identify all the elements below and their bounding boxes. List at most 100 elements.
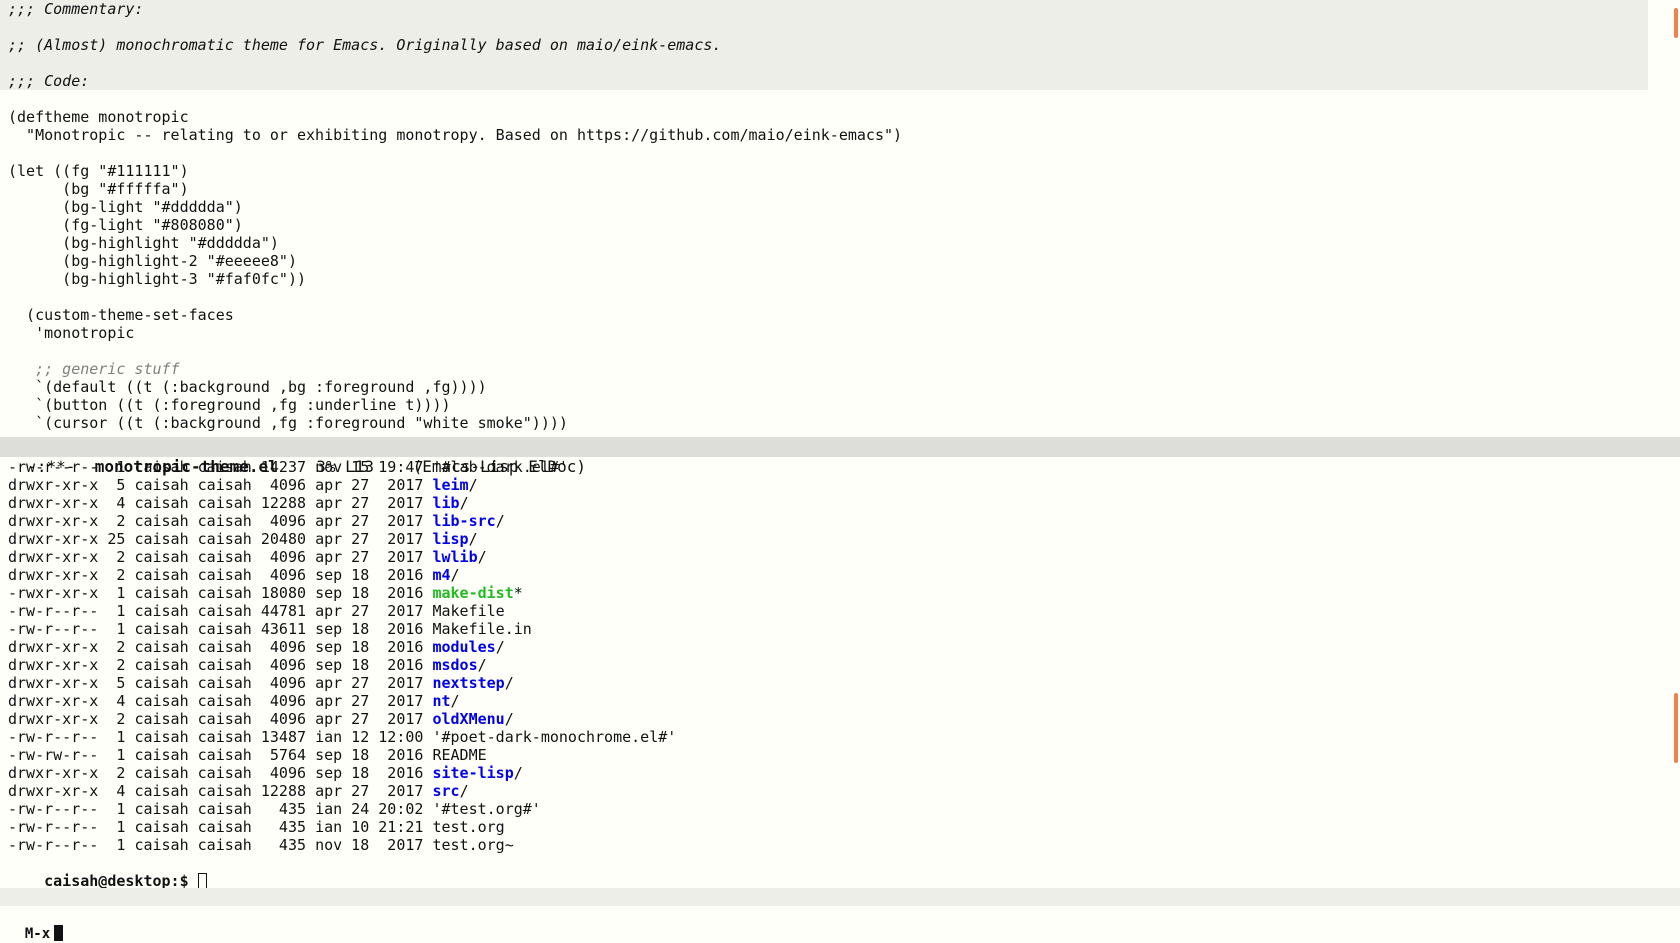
file-date: sep 18 2016 xyxy=(315,638,424,656)
shell-scroll-indicator[interactable] xyxy=(1674,693,1678,763)
file-user: caisah xyxy=(134,836,189,854)
mode-line[interactable]: -:**- monotropic-theme.el 3% L13 (Emacs-… xyxy=(0,437,1680,476)
file-permissions: drwxr-xr-x xyxy=(8,566,99,584)
file-name[interactable]: '#poet-dark-monochrome.el#' xyxy=(432,728,676,746)
code-line: (bg-light "#ddddda") xyxy=(8,198,243,216)
listing-row: -rw-r--r-- 1 caisah caisah 435 ian 24 20… xyxy=(0,800,1680,818)
minibuffer-cursor xyxy=(54,925,64,941)
file-group: caisah xyxy=(197,548,252,566)
file-date: apr 27 2017 xyxy=(315,494,424,512)
file-size: 44781 xyxy=(260,602,307,620)
file-group: caisah xyxy=(197,584,252,602)
file-size: 4096 xyxy=(260,764,307,782)
file-group: caisah xyxy=(197,494,252,512)
shell-window[interactable]: -rw-r--r-- 1 caisah caisah 14237 nov 15 … xyxy=(0,458,1680,888)
file-user: caisah xyxy=(134,746,189,764)
listing-row: drwxr-xr-x 5 caisah caisah 4096 apr 27 2… xyxy=(0,674,1680,692)
file-user: caisah xyxy=(134,674,189,692)
file-permissions: -rw-r--r-- xyxy=(8,800,99,818)
file-date: ian 10 21:21 xyxy=(315,818,424,836)
code-line: "Monotropic -- relating to or exhibiting… xyxy=(8,126,903,144)
editor-scroll-indicator[interactable] xyxy=(1674,8,1678,38)
file-size: 13487 xyxy=(260,728,307,746)
file-links: 2 xyxy=(107,566,126,584)
file-size: 43611 xyxy=(260,620,307,638)
file-links: 4 xyxy=(107,692,126,710)
file-name[interactable]: lib-src xyxy=(432,512,495,530)
listing-row: -rw-r--r-- 1 caisah caisah 435 nov 18 20… xyxy=(0,836,1680,854)
file-name[interactable]: modules xyxy=(432,638,495,656)
file-name[interactable]: Makefile xyxy=(432,602,504,620)
listing-row: drwxr-xr-x 2 caisah caisah 4096 sep 18 2… xyxy=(0,656,1680,674)
shell-prompt-line[interactable]: caisah@desktop:$ xyxy=(0,854,1680,888)
file-links: 1 xyxy=(107,818,126,836)
file-name[interactable]: nextstep xyxy=(432,674,504,692)
file-permissions: drwxr-xr-x xyxy=(8,782,99,800)
file-links: 1 xyxy=(107,458,126,476)
file-size: 4096 xyxy=(260,710,307,728)
file-suffix: / xyxy=(495,512,505,530)
file-size: 435 xyxy=(260,836,307,854)
listing-row: drwxr-xr-x 4 caisah caisah 4096 apr 27 2… xyxy=(0,692,1680,710)
file-date: apr 27 2017 xyxy=(315,548,424,566)
file-name[interactable]: Makefile.in xyxy=(432,620,531,638)
file-suffix: / xyxy=(504,674,514,692)
file-size: 435 xyxy=(260,800,307,818)
listing-row: -rw-r--r-- 1 caisah caisah 13487 ian 12 … xyxy=(0,728,1680,746)
file-name[interactable]: lisp xyxy=(432,530,468,548)
file-user: caisah xyxy=(134,584,189,602)
editor-window[interactable]: ;;; Commentary: ;; (Almost) monochromatic… xyxy=(0,0,1680,437)
shell-mode-line xyxy=(0,888,1680,906)
file-name[interactable]: msdos xyxy=(432,656,477,674)
file-permissions: -rwxr-xr-x xyxy=(8,584,99,602)
file-date: apr 27 2017 xyxy=(315,476,424,494)
file-size: 4096 xyxy=(260,566,307,584)
file-name[interactable]: m4 xyxy=(432,566,450,584)
file-name[interactable]: src xyxy=(432,782,459,800)
file-suffix: / xyxy=(468,530,478,548)
file-permissions: drwxr-xr-x xyxy=(8,494,99,512)
code-line: `(default ((t (:background ,bg :foregrou… xyxy=(8,378,487,396)
file-size: 20480 xyxy=(260,530,307,548)
file-name[interactable]: '#test.org#' xyxy=(432,800,540,818)
file-name[interactable]: lwlib xyxy=(432,548,477,566)
file-permissions: -rw-r--r-- xyxy=(8,836,99,854)
file-name[interactable]: nt xyxy=(432,692,450,710)
listing-row: -rw-r--r-- 1 caisah caisah 43611 sep 18 … xyxy=(0,620,1680,638)
file-date: sep 18 2016 xyxy=(315,656,424,674)
file-suffix: / xyxy=(450,692,460,710)
file-group: caisah xyxy=(197,800,252,818)
file-name[interactable]: leim xyxy=(432,476,468,494)
file-name[interactable]: site-lisp xyxy=(432,764,513,782)
file-name[interactable]: lib xyxy=(432,494,459,512)
file-name[interactable]: oldXMenu xyxy=(432,710,504,728)
file-permissions: drwxr-xr-x xyxy=(8,656,99,674)
file-date: apr 27 2017 xyxy=(315,674,424,692)
file-name[interactable]: test.org xyxy=(432,818,504,836)
file-group: caisah xyxy=(197,728,252,746)
listing-row: drwxr-xr-x 4 caisah caisah 12288 apr 27 … xyxy=(0,782,1680,800)
file-permissions: -rw-r--r-- xyxy=(8,458,99,476)
file-date: apr 27 2017 xyxy=(315,710,424,728)
file-user: caisah xyxy=(134,800,189,818)
file-name[interactable]: make-dist xyxy=(432,584,513,602)
file-group: caisah xyxy=(197,620,252,638)
file-name[interactable]: test.org~ xyxy=(432,836,513,854)
file-links: 2 xyxy=(107,512,126,530)
code-line: (bg "#fffffa") xyxy=(8,180,189,198)
file-permissions: -rw-rw-r-- xyxy=(8,746,99,764)
code-line: (custom-theme-set-faces xyxy=(8,306,234,324)
code-line: (let ((fg "#111111") xyxy=(8,162,189,180)
file-date: sep 18 2016 xyxy=(315,566,424,584)
file-name[interactable]: '#lab-dark.el#' xyxy=(432,458,567,476)
code-line: (deftheme monotropic xyxy=(8,108,189,126)
code-line: (bg-highlight "#ddddda") xyxy=(8,234,279,252)
code-line: `(button ((t (:foreground ,fg :underline… xyxy=(8,396,451,414)
file-size: 4096 xyxy=(260,548,307,566)
file-date: sep 18 2016 xyxy=(315,746,424,764)
file-user: caisah xyxy=(134,782,189,800)
file-group: caisah xyxy=(197,692,252,710)
minibuffer[interactable]: M-x xyxy=(0,907,1680,942)
file-name[interactable]: README xyxy=(432,746,486,764)
file-group: caisah xyxy=(197,602,252,620)
